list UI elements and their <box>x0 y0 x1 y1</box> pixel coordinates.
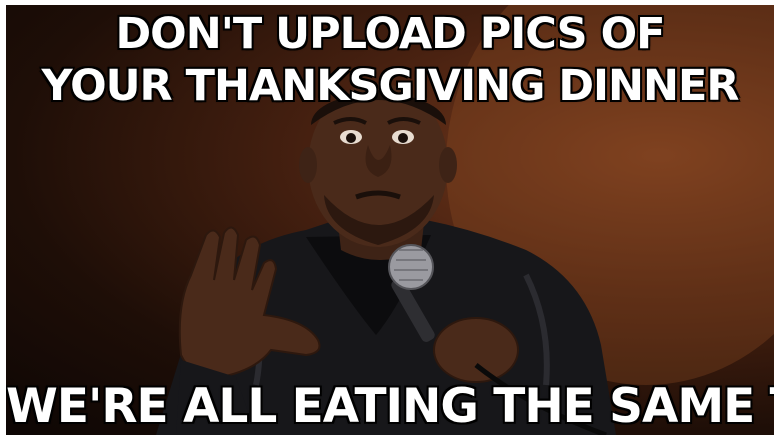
mic-hand <box>433 317 519 383</box>
meme-caption-bottom: WE'RE ALL EATING THE SAME THING <box>6 379 774 434</box>
right-pupil <box>398 133 408 143</box>
meme-frame: DON'T UPLOAD PICS OF YOUR THANKSGIVING D… <box>0 0 780 440</box>
right-ear <box>439 147 457 183</box>
meme-caption-top-line-1: DON'T UPLOAD PICS OF <box>114 9 666 59</box>
left-pupil <box>346 133 356 143</box>
left-ear <box>299 147 317 183</box>
meme-caption-top-line-2: YOUR THANKSGIVING DINNER <box>40 61 740 111</box>
meme-photo: DON'T UPLOAD PICS OF YOUR THANKSGIVING D… <box>6 5 774 435</box>
